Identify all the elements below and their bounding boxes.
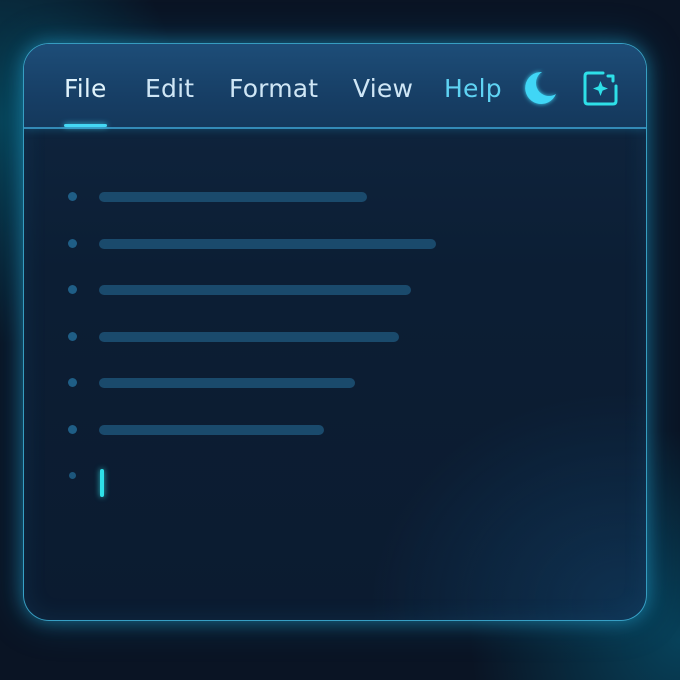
menu-edit[interactable]: Edit <box>145 74 194 104</box>
text-cursor <box>100 469 104 497</box>
editor-window: File Edit Format View Help <box>23 43 647 621</box>
list-item <box>24 423 646 437</box>
text-placeholder-line <box>99 285 411 295</box>
bullet <box>68 332 77 341</box>
menu-view[interactable]: View <box>353 74 413 104</box>
bullet <box>68 192 77 201</box>
text-placeholder-line <box>99 378 355 388</box>
text-placeholder-line <box>99 192 367 202</box>
list-item <box>24 376 646 390</box>
list-item <box>24 283 646 297</box>
moon-icon <box>525 71 556 104</box>
bullet <box>68 378 77 387</box>
list-item <box>24 190 646 204</box>
menu-bar: File Edit Format View Help <box>24 44 646 129</box>
editor-content[interactable] <box>24 129 646 620</box>
text-placeholder-line <box>99 332 399 342</box>
theme-toggle-button[interactable] <box>520 68 560 108</box>
text-placeholder-line <box>99 239 436 249</box>
list-item <box>24 237 646 251</box>
menu-file[interactable]: File <box>64 74 107 104</box>
bullet <box>68 425 77 434</box>
text-placeholder-line <box>99 425 324 435</box>
list-item <box>24 330 646 344</box>
menu-format[interactable]: Format <box>229 74 318 104</box>
active-menu-indicator <box>64 124 107 127</box>
bullet <box>68 239 77 248</box>
ai-assist-button[interactable] <box>581 68 621 108</box>
bullet <box>69 472 76 479</box>
ai-sparkle-icon <box>583 71 618 106</box>
bullet <box>68 285 77 294</box>
cursor-line[interactable] <box>24 469 646 499</box>
menu-help[interactable]: Help <box>444 74 502 104</box>
